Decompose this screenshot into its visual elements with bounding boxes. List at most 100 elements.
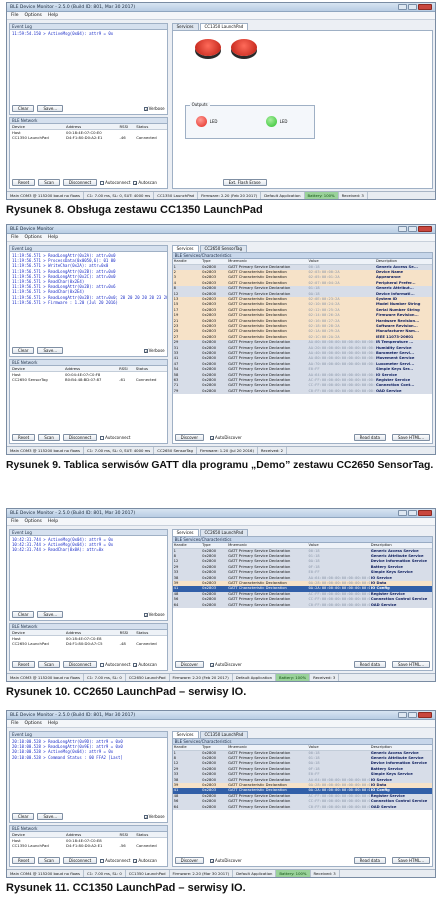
title-bar: BLE Device Monitor	[7, 225, 435, 234]
save-html-button[interactable]: Save HTML...	[391, 661, 430, 668]
verbose-checkbox[interactable]: ✓ Verbose	[143, 612, 165, 617]
close-button[interactable]	[418, 712, 432, 718]
device-row[interactable]: CC2650 SensorTag B0:B4:48:BD:07:87 -61 Conn…	[10, 377, 167, 382]
menu-help[interactable]: Help	[48, 13, 58, 18]
menu-options[interactable]: Options	[25, 519, 42, 524]
autodiscover-checkbox[interactable]: ✓ AutoDiscover	[210, 435, 242, 440]
scan-button[interactable]: Scan	[38, 857, 60, 864]
scan-button[interactable]: Scan	[38, 179, 60, 186]
led-green[interactable]	[265, 116, 277, 127]
verbose-checkbox[interactable]: ✓ Verbose	[143, 814, 165, 819]
tab-device[interactable]: CC1350 LaunchPad	[199, 731, 249, 738]
save-button[interactable]: Save...	[37, 347, 64, 354]
reset-button[interactable]: Reset	[12, 434, 36, 441]
event-log[interactable]: 11:19:56.571 > ReadLongAttr(0x2A): attr=…	[10, 252, 167, 306]
autoconnect-checkbox[interactable]: Autoconnect	[100, 662, 130, 667]
tab-services[interactable]: Services	[171, 731, 199, 738]
tab-services[interactable]: Services	[171, 245, 199, 252]
menu-bar: File Options Help	[7, 12, 435, 20]
screenshot-fig10: BLE Device Monitor - 2.5.0 (Build ID: 80…	[6, 508, 436, 682]
close-button[interactable]	[418, 510, 432, 516]
attribute-row[interactable]: 64 0x2800 GATT Primary Service Declaration…	[172, 804, 432, 810]
maximize-button[interactable]	[408, 226, 417, 232]
disconnect-button[interactable]: Disconnect	[62, 661, 98, 668]
device-row[interactable]: CC2650 LaunchPad D4:F1:80:D0:A7:C5 -48 Conn…	[10, 641, 167, 646]
read-data-button[interactable]: Read data	[353, 661, 386, 668]
menu-file[interactable]: File	[11, 519, 19, 524]
autoconnect-checkbox[interactable]: Autoconnect	[100, 858, 130, 863]
io-panel: Outputs LED LED Ext. Flash Erase	[171, 30, 433, 189]
autoconnect-checkbox[interactable]: Autoconnect	[100, 180, 130, 185]
tab-device[interactable]: CC2650 LaunchPad	[199, 529, 249, 536]
menu-help[interactable]: Help	[48, 721, 58, 726]
device-row[interactable]: CC1350 LaunchPad D4:F1:80:D0:A2:E1 -56 Conn…	[10, 843, 167, 848]
event-log[interactable]: 11:59:54.150 > ActiveMsg(0x04): attr9 = …	[10, 30, 167, 37]
attribute-row[interactable]: 64 0x2800 GATT Primary Service Declaration…	[172, 602, 432, 608]
menu-file[interactable]: File	[11, 13, 19, 18]
scan-button[interactable]: Scan	[38, 661, 60, 668]
minimize-button[interactable]	[398, 226, 407, 232]
flash-erase-button[interactable]: Ext. Flash Erase	[222, 179, 267, 186]
value-cell: C0:FF:00:00:00:00:00:00:00:00:00:00	[308, 388, 375, 393]
save-button[interactable]: Save...	[37, 105, 64, 112]
autoscan-checkbox[interactable]: ✓ Autoscan	[133, 180, 157, 185]
attribute-row[interactable]: 79 0x2800 GATT Primary Service Declaration…	[172, 388, 432, 395]
reset-button[interactable]: Reset	[12, 857, 36, 864]
autoscan-checkbox[interactable]: ✓ Autoscan	[133, 858, 157, 863]
device-row[interactable]: CC1350 LaunchPad D4:F1:80:D0:A2:E1 -46 Conn…	[10, 135, 167, 140]
event-log[interactable]: 10:42:31.744 > ActiveMsg(0x04): attr9 = …	[10, 536, 167, 554]
menu-file[interactable]: File	[11, 721, 19, 726]
clear-button[interactable]: Clear	[12, 347, 35, 354]
event-log-panel: Event Log 20:10:00.528 > ReadLongAttr(0x…	[9, 731, 168, 823]
discover-button[interactable]: Discover	[174, 661, 205, 668]
minimize-button[interactable]	[398, 510, 407, 516]
save-html-button[interactable]: Save HTML...	[391, 857, 430, 864]
menu-file[interactable]: File	[11, 235, 19, 240]
read-data-button[interactable]: Read data	[353, 434, 386, 441]
verbose-checkbox[interactable]: ✓ Verbose	[143, 348, 165, 353]
maximize-button[interactable]	[408, 712, 417, 718]
save-button[interactable]: Save...	[37, 813, 64, 820]
tab-device[interactable]: CC2650 SensorTag	[199, 245, 248, 252]
discover-button[interactable]: Discover	[174, 434, 205, 441]
minimize-button[interactable]	[398, 4, 407, 10]
disconnect-button[interactable]: Disconnect	[62, 434, 98, 441]
close-button[interactable]	[418, 226, 432, 232]
tab-services[interactable]: Services	[171, 23, 199, 30]
clear-button[interactable]: Clear	[12, 105, 35, 112]
menu-help[interactable]: Help	[48, 235, 58, 240]
led-red[interactable]	[195, 116, 207, 127]
discover-button[interactable]: Discover	[174, 857, 205, 864]
menu-options[interactable]: Options	[25, 13, 42, 18]
autodiscover-checkbox[interactable]: ✓ AutoDiscover	[210, 662, 242, 667]
autoscan-checkbox[interactable]: ✓ Autoscan	[133, 662, 157, 667]
verbose-checkbox[interactable]: ✓ Verbose	[143, 106, 165, 111]
event-log[interactable]: 20:10:00.528 > ReadLongAttr(0x9D): attr9…	[10, 738, 167, 761]
tab-device[interactable]: CC1350 LaunchPad	[199, 23, 249, 30]
tab-services[interactable]: Services	[171, 529, 199, 536]
scan-button[interactable]: Scan	[38, 434, 60, 441]
menu-options[interactable]: Options	[25, 235, 42, 240]
type-cell: 0x2800	[202, 388, 217, 393]
close-button[interactable]	[418, 4, 432, 10]
menu-bar: File Options Help	[7, 234, 435, 242]
reset-button[interactable]: Reset	[12, 179, 36, 186]
autoconnect-checkbox[interactable]: Autoconnect	[100, 435, 130, 440]
menu-options[interactable]: Options	[25, 721, 42, 726]
disconnect-button[interactable]: Disconnect	[62, 179, 98, 186]
maximize-button[interactable]	[408, 4, 417, 10]
value-cell: CC:FF:00:00:00:00:00:00:00:00:00:00	[308, 597, 370, 602]
clear-button[interactable]: Clear	[12, 611, 35, 618]
ble-network-panel: BLE Network Device Address RSSI Status Host…	[9, 825, 168, 867]
read-data-button[interactable]: Read data	[353, 857, 386, 864]
save-html-button[interactable]: Save HTML...	[391, 434, 430, 441]
menu-help[interactable]: Help	[48, 519, 58, 524]
clear-button[interactable]: Clear	[12, 813, 35, 820]
maximize-button[interactable]	[408, 510, 417, 516]
reset-button[interactable]: Reset	[12, 661, 36, 668]
autodiscover-checkbox[interactable]: ✓ AutoDiscover	[210, 858, 242, 863]
log-line: 11:19:56.571 > Firmware : 1.20 (Jul 20 2…	[12, 299, 118, 305]
minimize-button[interactable]	[398, 712, 407, 718]
disconnect-button[interactable]: Disconnect	[62, 857, 98, 864]
save-button[interactable]: Save...	[37, 611, 64, 618]
